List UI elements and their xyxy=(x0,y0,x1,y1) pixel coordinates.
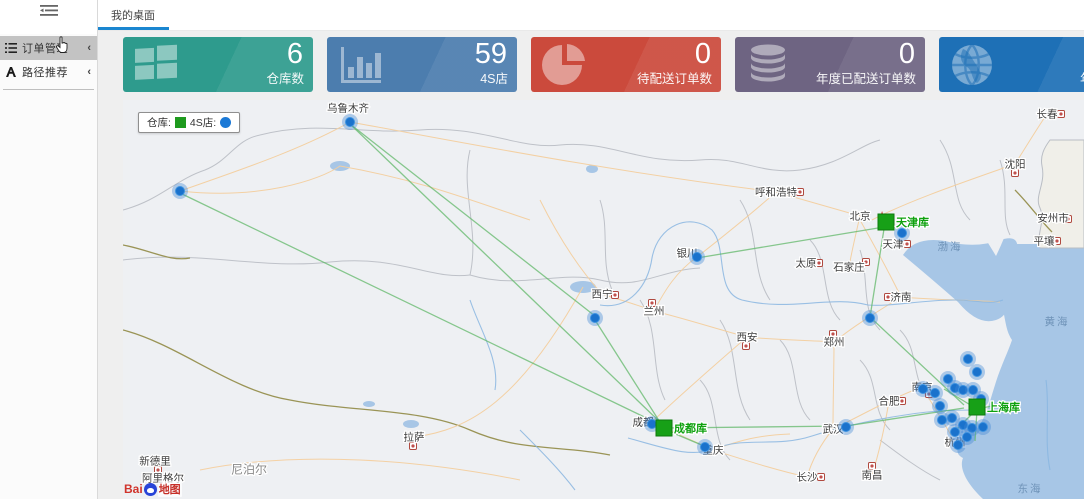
card-label: 4S店 xyxy=(480,68,508,87)
warehouse-label: 天津库 xyxy=(896,215,929,229)
tab-label: 我的桌面 xyxy=(111,7,155,23)
card-label: 仓库数 xyxy=(266,68,304,87)
legend-warehouse-label: 仓库: xyxy=(147,115,171,130)
windows-icon xyxy=(133,43,179,87)
city-icon xyxy=(818,474,825,481)
globe-icon xyxy=(949,43,995,87)
tab-active-underline xyxy=(97,27,169,30)
baidu-attribution: Bai 地图 xyxy=(124,481,182,497)
city-label: 尼泊尔 xyxy=(231,462,267,477)
city-label: 北京 xyxy=(850,210,871,223)
store-marker[interactable] xyxy=(915,381,931,397)
store-marker[interactable] xyxy=(960,351,976,367)
city-label: 西安 xyxy=(737,331,758,344)
store-marker[interactable] xyxy=(587,310,603,326)
bar-chart-icon xyxy=(337,43,383,87)
card-label: 待配送订单数 xyxy=(637,68,712,87)
database-icon xyxy=(745,43,791,87)
card-pending-orders[interactable]: 0 待配送订单数 xyxy=(531,37,721,92)
card-4s-store-count[interactable]: 59 4S店 xyxy=(327,37,517,92)
city-icon xyxy=(904,241,911,248)
city-icon xyxy=(899,398,906,405)
sidebar: 订单管理 ‹ 路径推荐 ‹ xyxy=(0,0,98,499)
map-legend: 仓库: 4S店: xyxy=(138,112,240,133)
city-label: 新德里 xyxy=(139,455,171,468)
store-marker[interactable] xyxy=(969,364,985,380)
city-label: 长春 xyxy=(1037,109,1059,121)
chevron-left-icon: ‹ xyxy=(87,66,93,78)
store-marker[interactable] xyxy=(862,310,878,326)
city-label: 安州市 xyxy=(1037,212,1069,225)
city-label: 呼和浩特 xyxy=(755,187,797,199)
warehouse-swatch-icon xyxy=(175,117,186,128)
legend-store-label: 4S店: xyxy=(190,115,216,130)
sidebar-item-route-recommend[interactable]: 路径推荐 ‹ xyxy=(0,60,97,83)
baidu-paw-icon xyxy=(144,483,157,496)
baidu-map-label: 地图 xyxy=(158,481,182,497)
card-yearly-delivered-orders[interactable]: 0 年度已配送订单数 xyxy=(735,37,925,92)
warehouse-marker[interactable]: 上海库 xyxy=(969,399,1020,415)
city-icon xyxy=(797,189,804,196)
sea-label: 黄海 xyxy=(1045,315,1070,328)
card-label: 年度已配 xyxy=(1080,68,1084,87)
city-icon xyxy=(743,343,750,350)
city-label: 合肥 xyxy=(879,395,900,408)
sidebar-collapse-icon[interactable] xyxy=(40,4,58,22)
sidebar-divider xyxy=(3,89,94,90)
sidebar-item-order-management[interactable]: 订单管理 ‹ xyxy=(0,36,97,60)
city-label: 济南 xyxy=(891,291,912,304)
city-icon xyxy=(410,443,417,450)
store-marker[interactable] xyxy=(934,412,950,428)
sea-label: 东海 xyxy=(1018,482,1043,495)
store-marker[interactable] xyxy=(932,398,948,414)
card-value: 59 xyxy=(475,38,507,70)
city-label: 兰州 xyxy=(644,305,665,318)
city-label: 太原 xyxy=(796,257,817,270)
city-label: 沈阳 xyxy=(1005,158,1026,171)
warehouse-marker[interactable]: 天津库 xyxy=(878,214,929,230)
city-label: 长沙 xyxy=(797,472,818,484)
pie-chart-icon xyxy=(541,43,587,87)
sea-label: 渤海 xyxy=(938,240,963,253)
route-icon xyxy=(4,67,18,77)
store-marker[interactable] xyxy=(975,419,991,435)
card-warehouse-count[interactable]: 6 仓库数 xyxy=(123,37,313,92)
city-label: 拉萨 xyxy=(404,431,425,444)
city-label: 平壤 xyxy=(1034,235,1056,248)
city-label: 南昌 xyxy=(862,469,883,482)
city-icon xyxy=(612,292,619,299)
warehouse-label: 成都库 xyxy=(674,421,707,435)
sidebar-item-label: 路径推荐 xyxy=(22,64,87,80)
list-icon xyxy=(4,43,18,53)
store-marker[interactable] xyxy=(697,439,713,455)
top-bar: 我的桌面 xyxy=(97,0,1084,31)
warehouse-marker[interactable]: 成都库 xyxy=(656,420,707,436)
store-marker[interactable] xyxy=(950,437,966,453)
warehouse-label: 上海库 xyxy=(987,400,1020,414)
sidebar-item-label: 订单管理 xyxy=(22,40,87,56)
city-icon xyxy=(1012,170,1019,177)
card-value: 0 xyxy=(899,38,915,70)
city-label: 西宁 xyxy=(592,288,613,301)
tab-my-desktop[interactable]: 我的桌面 xyxy=(97,0,169,30)
city-icon xyxy=(1058,111,1065,118)
city-icon xyxy=(816,260,823,267)
city-label: 石家庄 xyxy=(833,261,865,274)
store-marker[interactable] xyxy=(838,419,854,435)
card-label: 年度已配送订单数 xyxy=(816,68,916,87)
chevron-left-icon: ‹ xyxy=(87,42,93,54)
store-marker[interactable] xyxy=(689,249,705,265)
city-label: 乌鲁木齐 xyxy=(327,102,369,115)
store-swatch-icon xyxy=(220,117,231,128)
city-icon xyxy=(869,463,876,470)
baidu-logo-text: Bai xyxy=(124,482,143,496)
baidu-map-canvas[interactable]: 乌鲁木齐呼和浩特★北京天津长春沈阳安州市平壤石家庄太原银川济南郑州西安西宁兰州成… xyxy=(123,100,1084,499)
city-label: 郑州 xyxy=(824,336,845,349)
city-icon xyxy=(1054,238,1061,245)
card-value: 6 xyxy=(287,38,303,70)
store-marker[interactable] xyxy=(172,183,188,199)
card-yearly-delivered-extra[interactable]: 年度已配 xyxy=(939,37,1084,92)
store-marker[interactable] xyxy=(342,114,358,130)
card-value: 0 xyxy=(695,38,711,70)
